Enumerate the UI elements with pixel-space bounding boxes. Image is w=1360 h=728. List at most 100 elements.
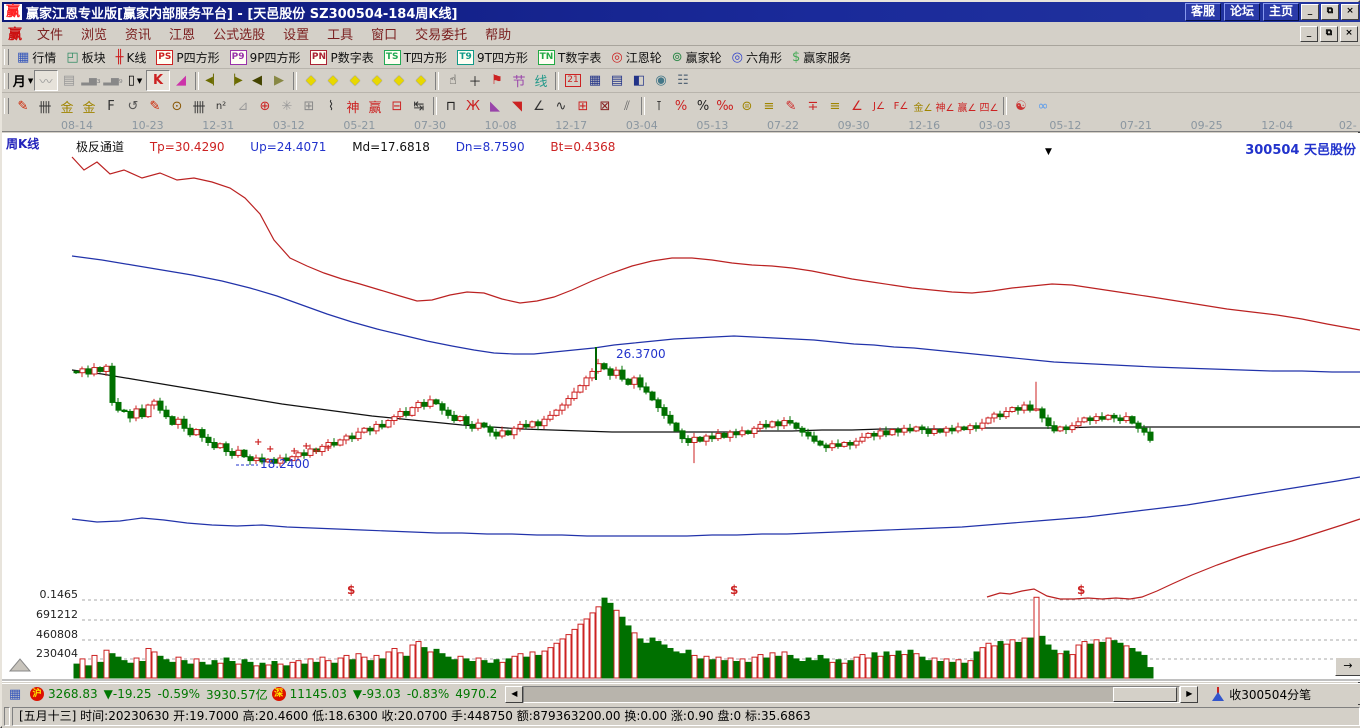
overlay-toggle[interactable]: 〰	[34, 70, 58, 91]
diamond-expand-button[interactable]: ◆	[366, 71, 388, 90]
notes-window-button[interactable]: ▤	[606, 71, 628, 90]
shen-tool[interactable]: 神	[342, 97, 364, 116]
menu-item-1[interactable]: 浏览	[72, 22, 116, 45]
next-button[interactable]: ▶	[268, 71, 290, 90]
menu-item-9[interactable]: 帮助	[476, 22, 520, 45]
minimize-button[interactable]: _	[1301, 4, 1319, 20]
menu-item-2[interactable]: 资讯	[116, 22, 160, 45]
measure-scale-tool[interactable]: ⊺	[648, 97, 670, 116]
main-chart[interactable]: 0.1465 691212 460808 230404 26.3700 18.2400 $ $…	[2, 133, 1360, 682]
fib-tool[interactable]: F	[100, 97, 122, 116]
square-number-tool[interactable]: n²	[210, 97, 232, 116]
mdi-restore-button[interactable]: ⧉	[1320, 25, 1338, 42]
ying-tool[interactable]: 赢	[364, 97, 386, 116]
permille-tool[interactable]: ‰	[714, 97, 736, 116]
red-angle-tool[interactable]: ∠	[846, 97, 868, 116]
yinyang-icon[interactable]: ☯	[1010, 97, 1032, 116]
forum-button[interactable]: 论坛	[1223, 3, 1260, 21]
menu-item-6[interactable]: 工具	[318, 22, 362, 45]
diamond-right-button[interactable]: ◆	[322, 71, 344, 90]
gold-circle-tool[interactable]: ⊜	[736, 97, 758, 116]
festival-marker-button[interactable]: 节	[508, 71, 530, 90]
ying-angle-tool[interactable]: 赢∠	[956, 97, 978, 116]
kline-chart-canvas[interactable]: 0.1465 691212 460808 230404 26.3700 18.2400 $ $…	[2, 133, 1360, 682]
kline-button[interactable]: ╫ K线	[112, 48, 151, 67]
restore-chart-button[interactable]: K	[146, 70, 170, 91]
line-marker-button[interactable]: 线	[530, 71, 552, 90]
updown-level-tool[interactable]: ∓	[802, 97, 824, 116]
t-table-button[interactable]: TN T数字表	[534, 48, 605, 67]
menu-item-0[interactable]: 文件	[28, 22, 72, 45]
zigzag-tool[interactable]: ∿	[550, 97, 572, 116]
quote-button[interactable]: ▦ 行情	[13, 48, 60, 67]
scrollbar-thumb[interactable]	[1113, 686, 1178, 702]
web-grid-tool[interactable]: ⊞	[298, 97, 320, 116]
width-measure-tool[interactable]: ↹	[408, 97, 430, 116]
trend-angle-tool[interactable]: ∠	[528, 97, 550, 116]
close-button[interactable]: ×	[1341, 4, 1359, 20]
parallel-lines-tool[interactable]: ⫽	[616, 97, 638, 116]
calendar-button[interactable]: 21	[562, 71, 584, 90]
menu-item-7[interactable]: 窗口	[362, 22, 406, 45]
red-pen-tool[interactable]: ✎	[12, 97, 34, 116]
sector-button[interactable]: ◰ 板块	[62, 48, 109, 67]
gold-ratio-tool[interactable]: 金	[78, 97, 100, 116]
period-month-dropdown[interactable]: 月 ▼	[12, 71, 34, 90]
ma9-button[interactable]: ▂▅₉	[102, 71, 124, 90]
wave-mark-tool[interactable]: ⌇	[320, 97, 342, 116]
toolbar-grip[interactable]	[4, 98, 9, 114]
diamond-star-button[interactable]: ◆	[388, 71, 410, 90]
market-grid-icon[interactable]: ▦	[4, 685, 26, 704]
toolbar-grip[interactable]	[4, 72, 9, 89]
gold-angle-tool[interactable]: 金∠	[912, 97, 934, 116]
ma3-button[interactable]: ▂▅₃	[80, 71, 102, 90]
percent-tool[interactable]: %	[692, 97, 714, 116]
restore-button[interactable]: ⧉	[1321, 4, 1339, 20]
t9-square-button[interactable]: T9 9T四方形	[453, 48, 532, 67]
j-angle-tool[interactable]: J∠	[868, 97, 890, 116]
toolbar-grip[interactable]	[4, 49, 9, 65]
four-angle-tool[interactable]: 四∠	[978, 97, 1000, 116]
gann-grid-tool[interactable]: 卌	[34, 97, 56, 116]
marker-pen-tool[interactable]: ✎	[144, 97, 166, 116]
print-button[interactable]: ☷	[672, 71, 694, 90]
capture-button[interactable]: ◉	[650, 71, 672, 90]
matrix-window-button[interactable]: ▦	[584, 71, 606, 90]
shen-angle-tool[interactable]: 神∠	[934, 97, 956, 116]
diamond-left-button[interactable]: ◆	[300, 71, 322, 90]
gold-section-tool[interactable]: 金	[56, 97, 78, 116]
red-brush-tool[interactable]: ✎	[780, 97, 802, 116]
box-draw-tool[interactable]: ⊓	[440, 97, 462, 116]
save-button[interactable]: ◧	[628, 71, 650, 90]
p-table-button[interactable]: PN P数字表	[306, 48, 377, 67]
menu-item-3[interactable]: 江恩	[160, 22, 204, 45]
winner-service-button[interactable]: $ 赢家服务	[788, 48, 855, 67]
red-grid2-tool[interactable]: ⊠	[594, 97, 616, 116]
chart-hscrollbar[interactable]: ◀ ▶	[505, 685, 1199, 703]
scroll-right-arrow[interactable]: ▶	[1180, 685, 1199, 703]
color-chart-button[interactable]: ◢	[170, 71, 192, 90]
customer-service-button[interactable]: 客服	[1184, 3, 1221, 21]
diamond-compass-button[interactable]: ◆	[410, 71, 432, 90]
info-panel-button[interactable]: ▤	[58, 71, 80, 90]
last-page-button[interactable]: ▕▶	[224, 71, 246, 90]
fan-box2-tool[interactable]: ◥	[506, 97, 528, 116]
chart-scroll-right-button[interactable]: →	[1335, 657, 1360, 676]
scroll-left-arrow[interactable]: ◀	[505, 685, 524, 703]
diamond-shrink-button[interactable]: ◆	[344, 71, 366, 90]
winner-wheel-button[interactable]: ⊚ 赢家轮	[668, 48, 726, 67]
fan-box-tool[interactable]: ◣	[484, 97, 506, 116]
gann-wheel-button[interactable]: ◎ 江恩轮	[607, 48, 665, 67]
percent-range-tool[interactable]: %	[670, 97, 692, 116]
numbered-grid-tool[interactable]: ⊟	[386, 97, 408, 116]
scrollbar-track[interactable]	[523, 685, 1181, 703]
hand-tool-button[interactable]: ☝	[442, 71, 464, 90]
infinity-icon[interactable]: ∞	[1032, 97, 1054, 116]
mdi-close-button[interactable]: ×	[1340, 25, 1358, 42]
homepage-button[interactable]: 主页	[1262, 3, 1299, 21]
gold-levels-tool[interactable]: ≡	[758, 97, 780, 116]
menu-item-4[interactable]: 公式选股	[204, 22, 274, 45]
f-angle-tool[interactable]: F∠	[890, 97, 912, 116]
p-square-button[interactable]: PS P四方形	[152, 48, 223, 67]
mdi-minimize-button[interactable]: _	[1300, 25, 1318, 42]
